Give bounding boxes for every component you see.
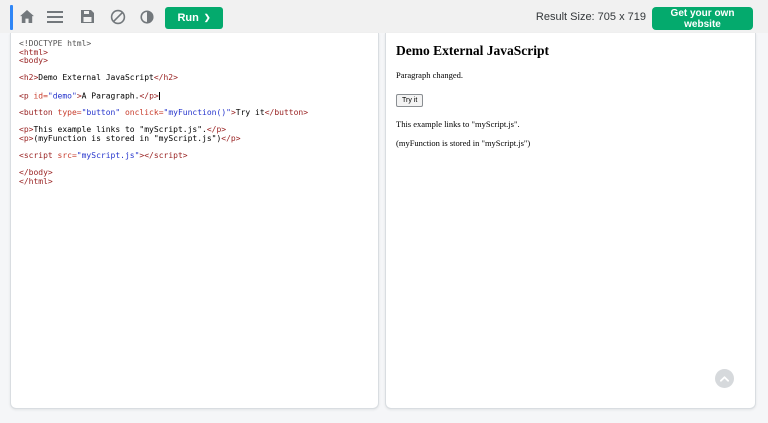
contrast-dark-mode-icon <box>140 10 154 24</box>
result-heading: Demo External JavaScript <box>396 43 745 59</box>
code-token: id= <box>33 91 47 100</box>
code-line <box>19 161 374 170</box>
code-editor-panel: <!DOCTYPE html><html><body> <h2>Demo Exte… <box>10 33 379 409</box>
home-button[interactable] <box>17 0 37 33</box>
code-token: </p> <box>139 91 158 100</box>
code-token: </p> <box>221 134 240 143</box>
code-token: </button> <box>265 108 308 117</box>
toolbar: Run ❯ Result Size: 705 x 719 Get your ow… <box>0 0 768 33</box>
code-line: </body> <box>19 169 374 178</box>
code-token: "myScript.js" <box>77 151 140 160</box>
code-line: <body> <box>19 57 374 66</box>
code-token: onclick= <box>120 108 163 117</box>
chevron-up-icon <box>720 376 729 382</box>
slash-circle-button[interactable] <box>107 0 129 33</box>
menu-button[interactable] <box>45 0 65 33</box>
code-line: <p id="demo">A Paragraph.</p> <box>19 92 374 101</box>
code-token: (myFunction is stored in "myScript.js") <box>33 134 221 143</box>
code-token: <p> <box>19 134 33 143</box>
code-line: <script src="myScript.js"></script> <box>19 152 374 161</box>
code-token: "myFunction()" <box>164 108 231 117</box>
code-token: Try it <box>236 108 265 117</box>
get-your-own-website-button[interactable]: Get your own website <box>652 7 753 30</box>
floppy-save-icon <box>81 10 94 23</box>
home-icon <box>20 10 34 23</box>
run-button-label: Run <box>177 12 198 24</box>
code-line: <html> <box>19 49 374 58</box>
save-button[interactable] <box>77 0 97 33</box>
slash-circle-icon <box>110 9 126 25</box>
result-panel: Demo External JavaScript Paragraph chang… <box>385 33 756 409</box>
code-token: src= <box>58 151 77 160</box>
code-token: "button" <box>82 108 121 117</box>
code-line: <p>(myFunction is stored in "myScript.js… <box>19 135 374 144</box>
result-paragraph-links: This example links to "myScript.js". <box>396 119 745 129</box>
code-line: <button type="button" onclick="myFunctio… <box>19 109 374 118</box>
hamburger-menu-icon <box>47 11 63 23</box>
code-token: <body> <box>19 56 48 65</box>
code-line: </html> <box>19 178 374 187</box>
code-token: type= <box>58 108 82 117</box>
result-content: Demo External JavaScript Paragraph chang… <box>386 33 755 148</box>
result-size-label: Result Size: 705 x 719 <box>536 11 646 23</box>
code-token: A Paragraph. <box>82 91 140 100</box>
result-paragraph-stored: (myFunction is stored in "myScript.js") <box>396 138 745 148</box>
code-token: </h2> <box>154 73 178 82</box>
chevron-right-icon: ❯ <box>204 14 211 22</box>
code-token: <script <box>19 151 58 160</box>
code-token: Demo External JavaScript <box>38 73 154 82</box>
code-token: <p <box>19 91 33 100</box>
code-token: <button <box>19 108 58 117</box>
text-cursor <box>159 92 160 100</box>
code-line: <h2>Demo External JavaScript</h2> <box>19 74 374 83</box>
run-button[interactable]: Run ❯ <box>165 7 223 29</box>
code-token: ></script> <box>139 151 187 160</box>
contrast-button[interactable] <box>137 0 157 33</box>
code-token: "demo" <box>48 91 77 100</box>
code-token: <h2> <box>19 73 38 82</box>
scroll-top-button[interactable] <box>715 369 734 388</box>
code-editor[interactable]: <!DOCTYPE html><html><body> <h2>Demo Exte… <box>11 33 378 187</box>
try-it-button[interactable]: Try it <box>396 94 423 107</box>
result-paragraph-changed: Paragraph changed. <box>396 70 745 80</box>
code-token: </html> <box>19 177 53 186</box>
code-line: <!DOCTYPE html> <box>19 40 374 49</box>
left-accent-bar <box>10 5 13 30</box>
